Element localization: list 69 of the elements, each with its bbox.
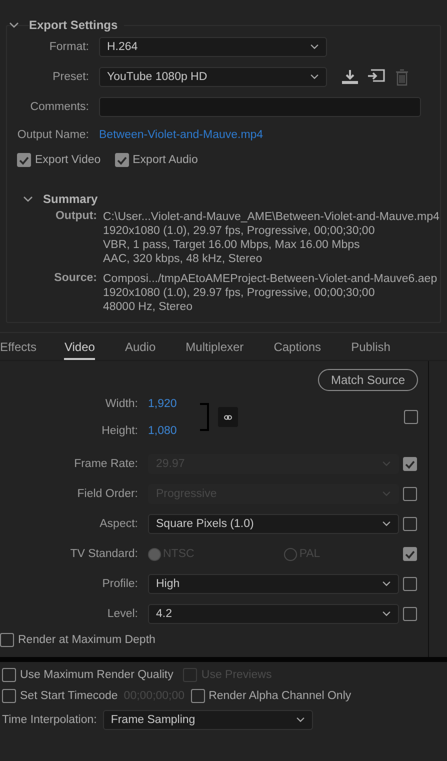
field-label: Aspect: xyxy=(98,518,139,530)
tab[interactable]: Multiplexer xyxy=(186,340,244,360)
summary-line: 1920x1080 (1.0), 29.97 fps, Progressive, 00;00;30;00 xyxy=(103,224,376,238)
checkmark-icon xyxy=(116,156,127,164)
export-video-checkbox[interactable]: Export Video xyxy=(17,153,101,167)
caret-icon xyxy=(296,717,305,723)
field-label: Profile: xyxy=(101,578,139,590)
width-value[interactable]: 1,920 xyxy=(148,398,200,410)
field-label: Preset: xyxy=(52,71,90,83)
summary-label: Output: xyxy=(54,210,97,224)
field-label: TV Standard: xyxy=(69,548,139,560)
caret-icon xyxy=(382,491,391,497)
checkbox[interactable] xyxy=(403,517,417,531)
max-render-quality-checkbox[interactable]: Use Maximum Render Quality xyxy=(2,668,174,682)
field-label: Field Order: xyxy=(76,488,139,500)
field-label: Width: xyxy=(104,398,139,410)
preset-dropdown[interactable]: YouTube 1080p HD xyxy=(99,67,327,87)
checkmark-icon xyxy=(405,550,415,558)
bracket-icon xyxy=(200,403,210,431)
caret-icon xyxy=(310,44,319,50)
checkbox[interactable] xyxy=(404,410,418,424)
summary-line: Composi.../tmpAEtoAMEProject-Between-Violet-and-Mauve6.aep xyxy=(103,272,438,286)
field-label: Height: xyxy=(100,424,139,436)
tab[interactable]: Audio xyxy=(124,340,156,360)
tab[interactable]: Publish xyxy=(351,340,390,360)
caret-icon[interactable] xyxy=(23,196,33,202)
field-label: Output Name: xyxy=(16,129,90,141)
import-icon[interactable] xyxy=(367,69,385,85)
tab[interactable]: Effects xyxy=(0,340,36,360)
caret-icon xyxy=(382,461,391,467)
start-timecode-checkbox[interactable]: Set Start Timecode xyxy=(2,689,118,703)
format-dropdown[interactable]: H.264 xyxy=(99,37,327,57)
field-label: Comments: xyxy=(29,101,90,113)
summary-line: VBR, 1 pass, Target 16.00 Mbps, Max 16.00 Mbps xyxy=(103,238,361,252)
summary-line: AAC, 320 kbps, 48 kHz, Stereo xyxy=(103,252,264,266)
summary-label: Source: xyxy=(53,272,97,286)
render-alpha-checkbox[interactable]: Render Alpha Channel Only xyxy=(190,689,352,703)
caret-icon xyxy=(310,74,319,80)
dropdown[interactable]: High xyxy=(148,574,399,594)
checkbox[interactable] xyxy=(403,607,417,621)
field-label: Level: xyxy=(106,608,139,620)
dropdown[interactable]: Square Pixels (1.0) xyxy=(148,514,399,534)
render-max-depth-checkbox[interactable]: Render at Maximum Depth xyxy=(0,633,156,647)
section-title: Export Settings xyxy=(29,18,124,32)
caret-icon xyxy=(382,521,391,527)
checkmark-icon xyxy=(405,460,415,468)
checkbox[interactable] xyxy=(403,577,417,591)
link-icon xyxy=(224,414,232,420)
tab[interactable]: Video xyxy=(64,340,95,360)
comments-field[interactable] xyxy=(99,97,421,117)
time-interpolation-dropdown[interactable]: Frame Sampling xyxy=(102,710,313,730)
download-icon[interactable] xyxy=(341,69,359,85)
dropdown[interactable]: 4.2 xyxy=(148,604,399,624)
summary-line: 48000 Hz, Stereo xyxy=(103,300,194,314)
summary-line: C:\User...Violet-and-Mauve_AME\Between-Violet-and-Mauve.mp4 xyxy=(103,210,440,224)
summary-line: 1920x1080 (1.0), 29.97 fps, Progressive, 00;00;30;00 xyxy=(103,286,376,300)
match-source-button[interactable]: Match Source xyxy=(318,369,418,391)
caret-icon xyxy=(382,581,391,587)
caret-icon[interactable] xyxy=(9,22,19,28)
checkmark-icon xyxy=(19,156,29,164)
link-button[interactable] xyxy=(218,407,238,427)
caret-icon xyxy=(382,611,391,617)
export-audio-checkbox[interactable]: Export Audio xyxy=(114,153,198,167)
field-label: Frame Rate: xyxy=(73,458,139,470)
tab[interactable]: Captions xyxy=(274,340,322,360)
output-name-link[interactable]: Between-Violet-and-Mauve.mp4 xyxy=(99,129,264,141)
height-value[interactable]: 1,080 xyxy=(148,424,200,436)
field-label: Time Interpolation: xyxy=(2,714,97,726)
field-label: Format: xyxy=(48,41,90,53)
